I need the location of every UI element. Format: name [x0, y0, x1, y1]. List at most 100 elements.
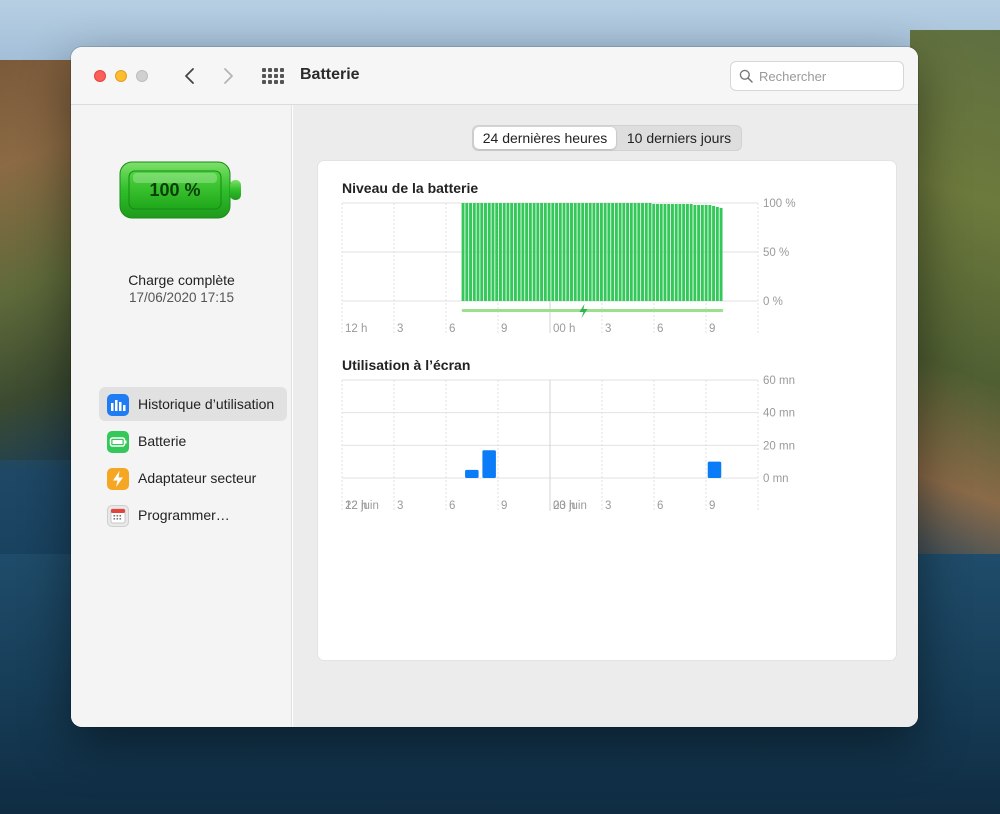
battery-level-bar: [555, 203, 558, 301]
preferences-window: Batterie 100 %: [71, 47, 918, 727]
battery-level-bar: [465, 203, 469, 301]
battery-level-bar: [573, 203, 577, 301]
charging-period-line: [461, 309, 724, 312]
sidebar-item-battery[interactable]: Batterie: [99, 424, 287, 458]
x-tick-label: 6: [657, 500, 663, 512]
sidebar-item-label: Historique d’utilisation: [138, 396, 275, 412]
battery-level-bar: [596, 203, 600, 301]
battery-level-bar: [484, 203, 487, 301]
battery-level-bar: [656, 203, 659, 301]
x-tick-label: 9: [501, 323, 507, 335]
battery-level-bar: [637, 203, 641, 301]
battery-level-bar: [607, 203, 611, 301]
battery-level-bar: [517, 203, 521, 301]
calendar-icon: [107, 505, 129, 527]
main-content: 24 dernières heures 10 derniers jours Ni…: [293, 105, 918, 727]
search-field[interactable]: [730, 61, 904, 91]
y-tick-label: 100 %: [763, 198, 796, 210]
sidebar-item-label: Adaptateur secteur: [138, 470, 257, 486]
battery-level-bar: [693, 204, 697, 301]
x-tick-label: 3: [397, 500, 403, 512]
battery-level-bar: [577, 203, 581, 301]
battery-level-bar: [629, 203, 633, 301]
battery-level-bar: [652, 203, 656, 301]
x-tick-label: 6: [449, 500, 455, 512]
battery-level-bar: [592, 203, 596, 301]
battery-level-bar: [678, 203, 682, 301]
battery-level-bar: [532, 203, 536, 301]
x-tick-label: 6: [449, 323, 455, 335]
x-tick-label: 3: [605, 500, 611, 512]
tab-last-10-days[interactable]: 10 derniers jours: [618, 127, 740, 149]
battery-level-bar: [513, 203, 517, 301]
battery-level-bar: [719, 207, 723, 301]
battery-level-bar: [611, 203, 615, 301]
x-tick-label: 3: [605, 323, 611, 335]
battery-percent-label: 100 %: [149, 180, 201, 200]
y-tick-label: 0 mn: [763, 473, 789, 485]
bar-chart-icon: [107, 394, 129, 416]
battery-level-bar: [528, 203, 532, 301]
sidebar-item-usage-history[interactable]: Historique d’utilisation: [99, 387, 287, 421]
show-all-grid-icon[interactable]: [262, 68, 284, 84]
battery-level-bar: [547, 203, 551, 301]
battery-level-bar: [584, 203, 588, 301]
x-tick-label: 9: [709, 500, 715, 512]
charts-panel: Niveau de la batterie Utilisation à l’éc…: [318, 161, 896, 660]
screen-usage-bar: [482, 450, 496, 478]
y-tick-label: 60 mn: [763, 375, 795, 387]
search-input[interactable]: [759, 62, 899, 90]
battery-level-bar: [510, 203, 514, 301]
battery-level-bar: [626, 203, 630, 301]
charge-status: Charge complète: [128, 272, 235, 288]
window-title: Batterie: [300, 66, 360, 83]
sidebar-item-schedule[interactable]: Programmer…: [99, 498, 287, 532]
chevron-left-icon: [185, 68, 194, 84]
battery-level-bar: [689, 203, 693, 301]
battery-level-bar: [599, 203, 603, 301]
battery-level-bar: [618, 203, 622, 301]
battery-level-bar: [700, 204, 704, 301]
battery-level-bar: [708, 204, 712, 301]
back-button[interactable]: [177, 63, 203, 89]
battery-level-bar: [498, 203, 502, 301]
battery-level-bar: [674, 203, 678, 301]
battery-level-bar: [603, 203, 607, 301]
y-tick-label: 40 mn: [763, 408, 795, 420]
battery-level-bar: [682, 203, 686, 301]
battery-level-bar: [670, 203, 674, 301]
time-range-segmented-control: 24 dernières heures 10 derniers jours: [472, 125, 742, 151]
battery-level-bar: [495, 203, 499, 301]
battery-level-bar: [622, 203, 626, 301]
battery-level-bar: [558, 203, 562, 301]
sidebar-item-power-adapter[interactable]: Adaptateur secteur: [99, 461, 287, 495]
battery-level-bar: [641, 203, 644, 301]
lightning-icon: [107, 468, 129, 490]
battery-level-bar: [543, 203, 547, 301]
x-tick-label: 9: [709, 323, 715, 335]
zoom-window-button[interactable]: [136, 70, 148, 82]
battery-level-bar: [570, 203, 573, 301]
battery-level-graphic: 100 %: [119, 161, 243, 219]
y-tick-label: 0 %: [763, 296, 783, 308]
forward-button[interactable]: [215, 63, 241, 89]
title-bar: Batterie: [71, 47, 918, 105]
battery-level-bar: [588, 203, 592, 301]
tab-last-24-hours[interactable]: 24 dernières heures: [474, 127, 616, 149]
battery-level-bar: [480, 203, 484, 301]
battery-level-bar: [521, 203, 525, 301]
screen-usage-bar: [707, 461, 722, 478]
x-tick-label: 00 h: [553, 323, 575, 335]
battery-level-bar: [581, 203, 585, 301]
sidebar-item-label: Batterie: [138, 433, 187, 449]
battery-level-bar: [487, 203, 491, 301]
battery-level-bar: [663, 203, 667, 301]
sidebar: 100 % Charge complète 17/06/2020 17:15 H…: [71, 105, 292, 727]
minimize-window-button[interactable]: [115, 70, 127, 82]
battery-level-bar: [476, 203, 480, 301]
y-tick-label: 20 mn: [763, 440, 795, 452]
battery-level-bar: [461, 203, 465, 301]
battery-level-bar: [659, 203, 663, 301]
battery-level-bar: [536, 203, 540, 301]
close-window-button[interactable]: [94, 70, 106, 82]
